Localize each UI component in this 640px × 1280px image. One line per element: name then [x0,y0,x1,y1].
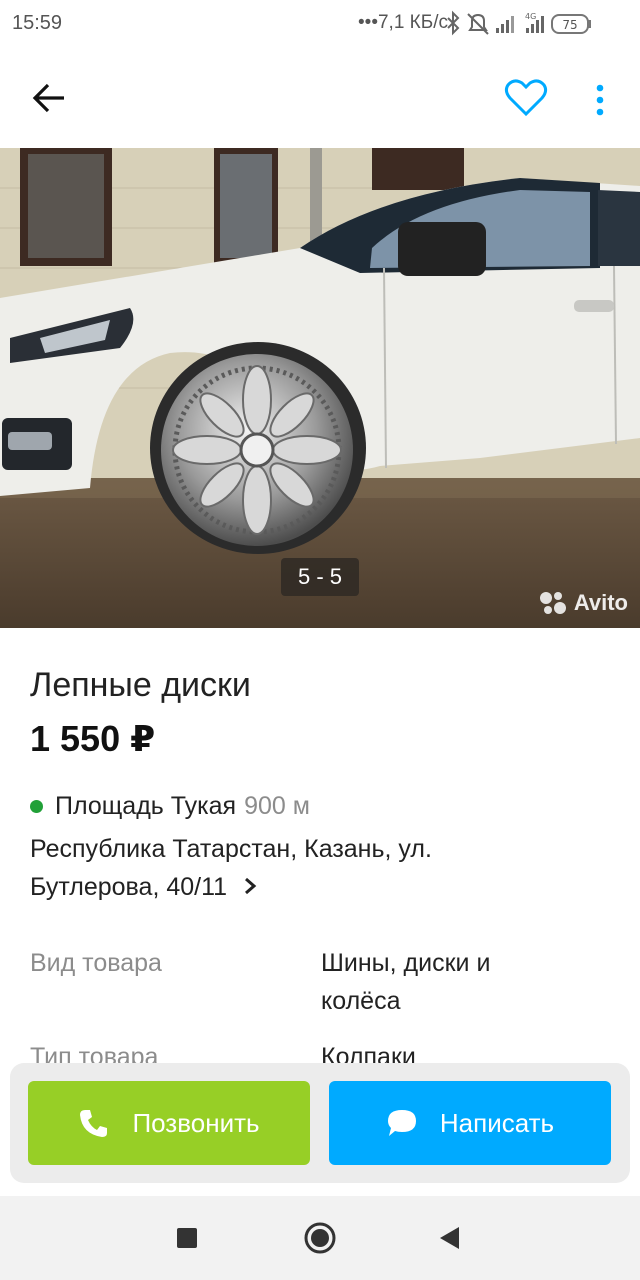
more-button[interactable] [584,78,616,122]
write-button-label: Написать [439,1107,555,1138]
mute-icon [467,13,489,35]
square-icon [177,1228,197,1248]
write-button[interactable]: Написать [329,1081,611,1165]
status-icons: 4G 75 [447,10,591,36]
back-button[interactable] [26,76,74,120]
phone-icon [80,1110,108,1137]
system-nav-bar [0,1196,640,1280]
bluetooth-icon [447,10,460,36]
signal-icon [496,16,514,33]
system-back-button[interactable] [427,1216,471,1260]
listing-price: 1 550 ₽ [30,718,156,759]
metro-distance: 900 м [244,791,310,820]
more-vertical-icon [596,84,604,116]
triangle-back-icon [440,1227,459,1249]
call-button[interactable]: Позвонить [28,1081,310,1165]
metro-station: Площадь Тукая 900 м [30,788,310,824]
battery-icon: 75 [551,14,591,34]
heart-outline-icon [504,79,548,117]
address-link[interactable]: Республика Татарстан, Казань, ул. Бутлер… [30,830,510,907]
photo-counter: 5 - 5 [281,558,359,596]
favorite-button[interactable] [502,76,550,120]
recents-button[interactable] [165,1216,209,1260]
avito-watermark: Avito [538,588,628,618]
metro-station-name: Площадь Тукая [55,791,237,820]
chevron-right-icon [243,869,257,907]
avito-logo-icon [539,592,566,614]
battery-level: 75 [562,18,577,32]
watermark-text: Avito [573,590,628,615]
photo-gallery[interactable]: 5 - 5 Avito [0,148,640,628]
status-time: 15:59 [12,12,63,34]
listing-title: Лепные диски [30,666,251,704]
home-button[interactable] [298,1216,342,1260]
metro-line-dot [30,799,43,813]
chat-bubble-icon [387,1110,416,1136]
app-bar [0,48,640,148]
network-type: 4G [525,12,536,21]
contact-actions-panel: Позвонить Написать [10,1063,630,1183]
network-speed: •••7,1 КБ/с [358,12,448,33]
arrow-left-icon [32,83,64,113]
param-label: Вид товара [30,949,162,977]
listing-photo [0,148,640,628]
param-row: Вид товара Шины, диски и колёса [30,944,620,1024]
param-value: Шины, диски и колёса [321,949,491,1015]
call-button-label: Позвонить [132,1107,260,1138]
circle-icon [304,1222,336,1254]
status-bar: 15:59 •••7,1 КБ/с 4G 75 [0,0,640,48]
address-text: Республика Татарстан, Казань, ул. Бутлер… [30,835,432,901]
